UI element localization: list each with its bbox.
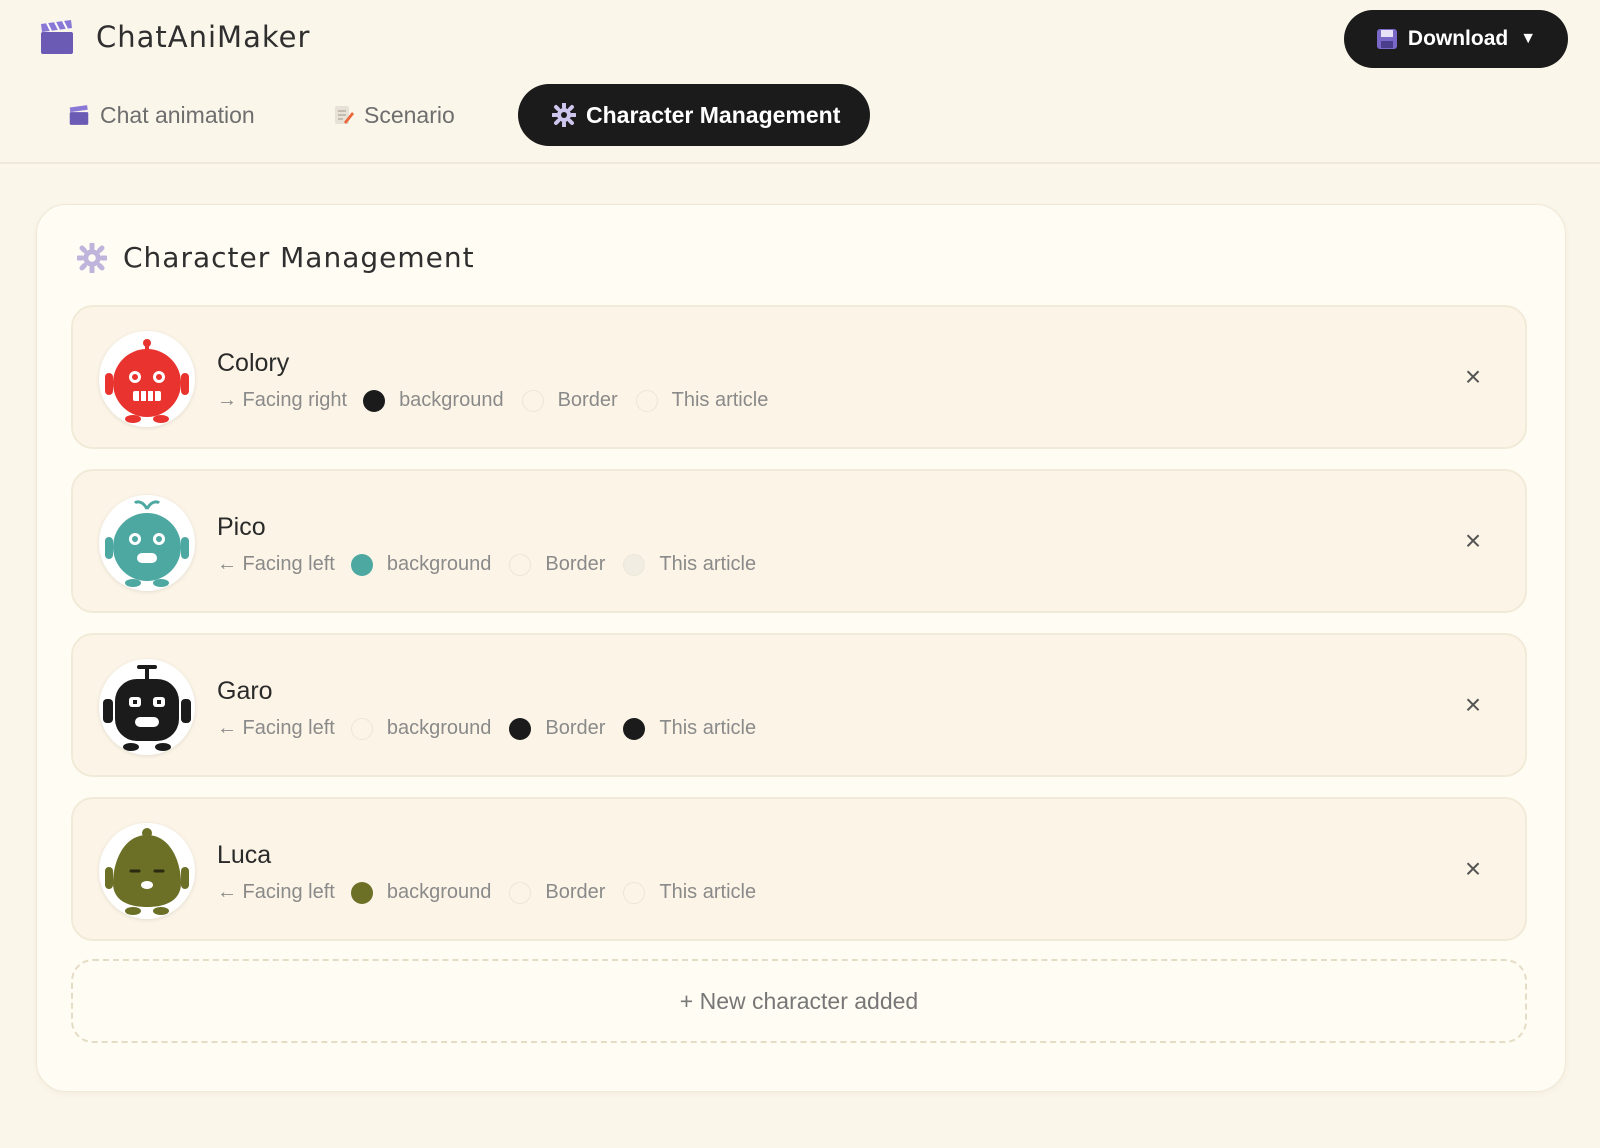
robot-avatar-icon <box>105 339 189 423</box>
text-color-swatch[interactable] <box>623 881 646 904</box>
background-label: background <box>386 881 492 903</box>
text-label: This article <box>659 553 757 575</box>
facing-toggle[interactable]: → Facing right <box>217 389 347 412</box>
background-color-swatch[interactable] <box>350 717 373 740</box>
add-character-button[interactable]: + New character added <box>71 959 1527 1043</box>
avatar <box>99 659 195 755</box>
panel-header: Character Management <box>77 241 475 274</box>
tab-character-management[interactable]: Character Management <box>518 84 871 146</box>
character-name: Pico <box>217 513 266 541</box>
border-color-swatch[interactable] <box>509 881 532 904</box>
remove-character-button[interactable]: × <box>1457 361 1489 393</box>
top-bar: ChatAniMaker Download ▼ Chat animation S… <box>0 0 1600 164</box>
tab-label: Scenario <box>364 101 455 128</box>
tab-bar: Chat animation Scenario Character Manage… <box>52 84 871 146</box>
character-options: → Facing right background Border This ar… <box>217 389 786 412</box>
character-card: Pico ← Facing left background Border Thi… <box>71 469 1527 613</box>
text-color-swatch[interactable] <box>635 389 658 412</box>
text-label: This article <box>671 389 769 411</box>
download-label: Download <box>1407 27 1509 50</box>
character-card: Garo ← Facing left background Border Thi… <box>71 633 1527 777</box>
text-color-swatch[interactable] <box>623 717 646 740</box>
robot-avatar-icon <box>103 665 191 751</box>
background-label: background <box>399 389 504 411</box>
background-label: background <box>386 553 492 575</box>
border-color-swatch[interactable] <box>509 717 532 740</box>
remove-character-button[interactable]: × <box>1457 689 1489 721</box>
remove-character-button[interactable]: × <box>1457 853 1489 885</box>
floppy-disk-icon <box>1376 29 1397 49</box>
avatar <box>99 823 195 919</box>
background-color-swatch[interactable] <box>363 389 386 412</box>
character-card: Luca ← Facing left background Border Thi… <box>71 797 1527 941</box>
clapperboard-icon <box>69 105 89 125</box>
background-color-swatch[interactable] <box>350 553 373 576</box>
background-label: background <box>386 717 492 739</box>
chevron-down-icon: ▼ <box>1520 30 1537 47</box>
border-label: Border <box>545 553 606 575</box>
text-label: This article <box>659 881 757 903</box>
robot-avatar-icon <box>105 828 189 915</box>
gear-icon <box>77 242 107 273</box>
tab-label: Chat animation <box>100 101 255 128</box>
character-options: ← Facing left background Border This art… <box>217 553 774 576</box>
character-name: Garo <box>217 677 273 705</box>
text-color-swatch[interactable] <box>623 553 646 576</box>
character-name: Luca <box>217 841 272 869</box>
brand: ChatAniMaker <box>38 18 310 56</box>
facing-toggle[interactable]: ← Facing left <box>217 717 335 740</box>
tab-chat-animation[interactable]: Chat animation <box>52 84 308 146</box>
border-label: Border <box>557 389 618 411</box>
app-title: ChatAniMaker <box>96 20 311 54</box>
text-label: This article <box>659 717 757 739</box>
facing-toggle[interactable]: ← Facing left <box>217 553 335 576</box>
background-color-swatch[interactable] <box>350 881 373 904</box>
memo-icon <box>335 106 354 124</box>
tab-label: Character Management <box>586 101 841 128</box>
panel-title: Character Management <box>123 241 475 274</box>
avatar <box>99 331 195 427</box>
border-label: Border <box>545 881 606 903</box>
character-panel: Character Management Colory → Facing rig… <box>36 204 1566 1092</box>
remove-character-button[interactable]: × <box>1457 525 1489 557</box>
border-color-swatch[interactable] <box>509 553 532 576</box>
character-list: Colory → Facing right background Border … <box>71 305 1529 961</box>
avatar <box>99 495 195 591</box>
character-options: ← Facing left background Border This art… <box>217 717 774 740</box>
download-button[interactable]: Download ▼ <box>1344 10 1568 68</box>
character-card: Colory → Facing right background Border … <box>71 305 1527 449</box>
border-color-swatch[interactable] <box>521 389 544 412</box>
border-label: Border <box>545 717 606 739</box>
character-options: ← Facing left background Border This art… <box>217 881 774 904</box>
robot-avatar-icon <box>105 500 189 587</box>
facing-toggle[interactable]: ← Facing left <box>217 881 335 904</box>
gear-icon <box>552 103 576 127</box>
clapperboard-icon <box>41 20 73 54</box>
tab-scenario[interactable]: Scenario <box>316 84 500 146</box>
character-name: Colory <box>217 349 290 377</box>
